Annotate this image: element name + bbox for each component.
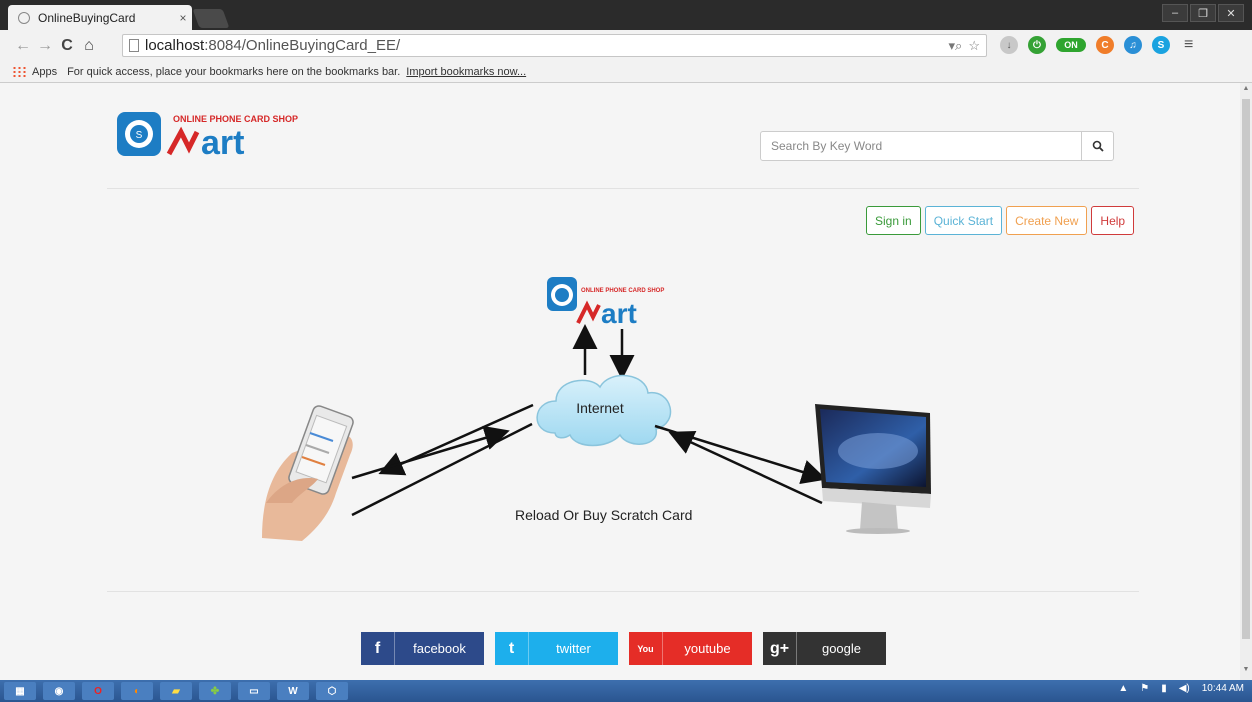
smartphone-image — [262, 405, 354, 541]
arrow-from-phone — [351, 425, 510, 480]
tray-arrow-icon[interactable]: ▲ — [1118, 683, 1128, 694]
page-favicon-icon — [18, 11, 30, 24]
download-ext-icon[interactable]: ↓ — [1000, 36, 1018, 54]
c-ext-icon[interactable]: C — [1096, 36, 1114, 54]
youtube-button[interactable]: You youtube — [629, 632, 752, 665]
facebook-button[interactable]: f facebook — [361, 632, 484, 665]
windows-taskbar: ▦ ◉ O ◐ ▰ ✤ ▭ W ⬡ ▲ ⚑ ▮ ◀) 10:44 AM — [0, 680, 1252, 702]
system-tray: ▲ ⚑ ▮ ◀) 10:44 AM — [1118, 683, 1244, 694]
word-icon[interactable]: W — [277, 682, 309, 700]
page-scrollbar[interactable]: ▲ ▼ — [1240, 83, 1252, 680]
twitter-label: twitter — [556, 641, 591, 656]
folder-icon[interactable]: ▰ — [160, 682, 192, 700]
bookmark-star-icon[interactable]: ☆ — [968, 38, 980, 54]
new-tab-button[interactable] — [192, 9, 230, 28]
google-plus-icon: g+ — [763, 632, 797, 665]
close-window-icon[interactable]: ✕ — [1218, 4, 1244, 22]
arrow-to-computer — [654, 424, 827, 484]
home-icon[interactable]: ⌂ — [80, 36, 98, 56]
network-icon[interactable]: ▮ — [1161, 683, 1167, 694]
flag-icon[interactable]: ⚑ — [1140, 683, 1149, 694]
internet-cloud: Internet — [536, 374, 672, 447]
youtube-icon: You — [629, 632, 663, 665]
tab-close-icon[interactable]: × — [174, 11, 192, 25]
bookmarks-bar: Apps For quick access, place your bookma… — [0, 61, 1252, 83]
chrome-icon[interactable]: ◉ — [43, 682, 75, 700]
window-controls: – ❐ ✕ — [1162, 4, 1244, 22]
volume-icon[interactable]: ◀) — [1179, 683, 1190, 694]
diagram-logo: ONLINE PHONE CARD SHOP art — [547, 277, 664, 329]
window-icon[interactable]: ▭ — [238, 682, 270, 700]
skype-icon[interactable]: S — [1152, 36, 1170, 54]
omnibox-icons: ▾⌕ ☆ — [949, 38, 980, 54]
desktop-computer-image — [815, 404, 931, 534]
google-label: google — [821, 641, 862, 656]
headphones-ext-icon[interactable]: ♫ — [1124, 36, 1142, 54]
svg-text:art: art — [601, 298, 637, 329]
zoom-icon[interactable]: ▾⌕ — [949, 38, 963, 54]
apps-grid-icon[interactable] — [12, 65, 26, 78]
firefox-icon[interactable]: ◐ — [121, 682, 153, 700]
opera-icon[interactable]: O — [82, 682, 114, 700]
svg-text:ONLINE PHONE CARD SHOP: ONLINE PHONE CARD SHOP — [581, 288, 664, 294]
scroll-thumb[interactable] — [1242, 99, 1250, 639]
bookmarks-hint: For quick access, place your bookmarks h… — [67, 65, 401, 78]
facebook-label: facebook — [413, 641, 466, 656]
shield-icon[interactable]: ⬡ — [316, 682, 348, 700]
restore-icon[interactable]: ❐ — [1190, 4, 1216, 22]
url-host: localhost — [145, 37, 205, 54]
twitter-button[interactable]: t twitter — [495, 632, 618, 665]
twitter-icon: t — [495, 632, 529, 665]
footer-divider — [107, 591, 1139, 592]
tab-title: OnlineBuyingCard — [38, 10, 136, 25]
on-toggle-icon[interactable]: ON — [1056, 38, 1086, 52]
svg-text:Internet: Internet — [576, 400, 624, 416]
apps-link[interactable]: Apps — [32, 66, 57, 78]
clock[interactable]: 10:44 AM — [1202, 683, 1244, 694]
back-icon[interactable]: ← — [14, 36, 32, 56]
address-bar[interactable]: localhost:8084/OnlineBuyingCard_EE/ ▾⌕ ☆ — [122, 34, 987, 57]
power-ext-icon[interactable]: ⏻ — [1028, 36, 1046, 54]
scroll-up-icon[interactable]: ▲ — [1240, 85, 1252, 97]
minimize-icon[interactable]: – — [1162, 4, 1188, 22]
youtube-label: youtube — [684, 641, 731, 656]
scroll-down-icon[interactable]: ▼ — [1240, 666, 1252, 678]
page-icon — [129, 39, 139, 52]
page-viewport: S ONLINE PHONE CARD SHOP art Sign in Qui… — [0, 83, 1240, 680]
social-links: f facebook t twitter You youtube g+ goog… — [361, 632, 886, 665]
browser-tab[interactable]: OnlineBuyingCard × — [8, 5, 192, 30]
browser-titlebar: OnlineBuyingCard × – ❐ ✕ — [0, 0, 1252, 30]
diagram-caption: Reload Or Buy Scratch Card — [515, 507, 693, 523]
google-button[interactable]: g+ google — [763, 632, 886, 665]
extension-icons: ↓ ⏻ ON C ♫ S ≡ — [1000, 36, 1193, 54]
reload-icon[interactable]: C — [58, 36, 76, 56]
forward-icon[interactable]: → — [36, 36, 54, 56]
url-path: :8084/OnlineBuyingCard_EE/ — [204, 37, 401, 54]
menu-icon[interactable]: ≡ — [1184, 36, 1193, 54]
app-icon[interactable]: ✤ — [199, 682, 231, 700]
arrow-from-computer — [668, 431, 823, 505]
facebook-icon: f — [361, 632, 395, 665]
start-icon[interactable]: ▦ — [4, 682, 36, 700]
import-bookmarks-link[interactable]: Import bookmarks now... — [406, 66, 526, 78]
browser-toolbar: ← → C ⌂ localhost:8084/OnlineBuyingCard_… — [0, 30, 1252, 61]
